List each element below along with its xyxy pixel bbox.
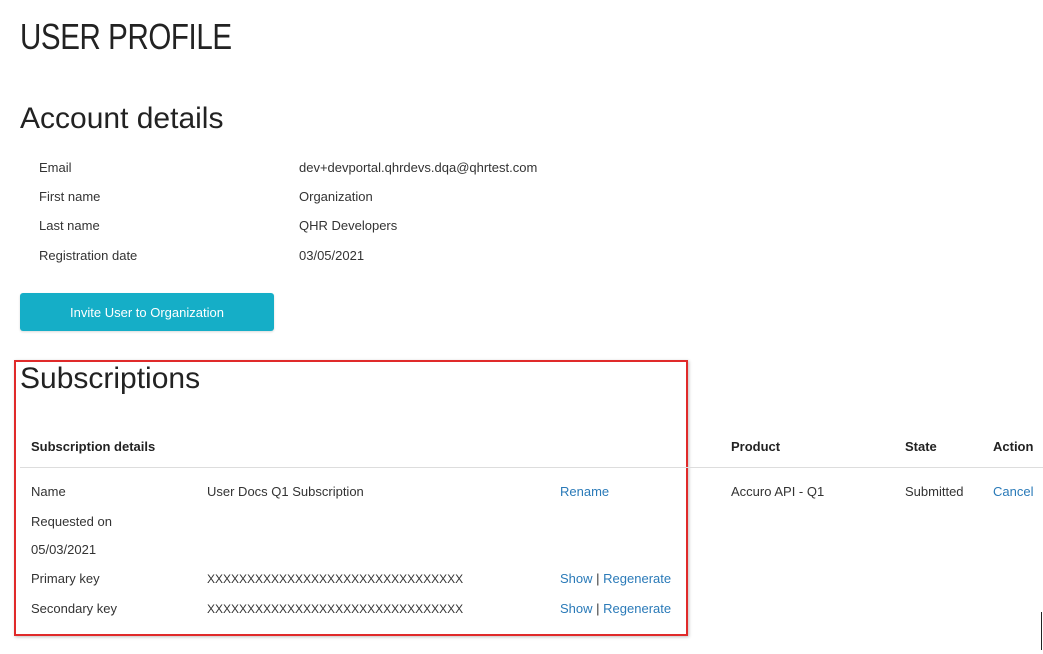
- requested-on-value: 05/03/2021: [31, 542, 97, 557]
- state-header: State: [905, 439, 937, 454]
- email-label: Email: [39, 160, 72, 175]
- account-row-email: Email dev+devportal.qhrdevs.dqa@qhrtest.…: [0, 160, 700, 180]
- table-header-divider: [20, 467, 1043, 468]
- subscription-name-value: User Docs Q1 Subscription: [207, 484, 364, 499]
- primary-key-actions: Show | Regenerate: [560, 570, 671, 588]
- account-row-registration-date: Registration date 03/05/2021: [0, 248, 700, 268]
- primary-key-show-link[interactable]: Show: [560, 571, 593, 586]
- secondary-key-regenerate-link[interactable]: Regenerate: [603, 601, 671, 616]
- primary-key-regenerate-link[interactable]: Regenerate: [603, 571, 671, 586]
- invite-user-button[interactable]: Invite User to Organization: [20, 293, 274, 331]
- first-name-label: First name: [39, 189, 101, 204]
- name-label: Name: [31, 484, 66, 499]
- last-name-label: Last name: [39, 218, 100, 233]
- primary-key-label: Primary key: [31, 571, 100, 586]
- registration-date-value: 03/05/2021: [299, 248, 365, 263]
- first-name-value: Organization: [299, 189, 373, 204]
- primary-key-value: XXXXXXXXXXXXXXXXXXXXXXXXXXXXXXXX: [207, 572, 464, 586]
- last-name-value: QHR Developers: [299, 218, 398, 233]
- email-value: dev+devportal.qhrdevs.dqa@qhrtest.com: [299, 160, 538, 175]
- page-title: USER PROFILE: [20, 16, 232, 57]
- secondary-key-label: Secondary key: [31, 601, 117, 616]
- subscriptions-heading: Subscriptions: [20, 362, 201, 395]
- account-row-last-name: Last name QHR Developers: [0, 218, 700, 238]
- product-header: Product: [731, 439, 781, 454]
- secondary-key-show-link[interactable]: Show: [560, 601, 593, 616]
- secondary-key-separator: |: [596, 601, 600, 616]
- action-header: Action: [993, 439, 1034, 454]
- primary-key-separator: |: [596, 571, 600, 586]
- requested-on-label: Requested on: [31, 514, 112, 529]
- secondary-key-actions: Show | Regenerate: [560, 600, 671, 618]
- account-row-first-name: First name Organization: [0, 189, 700, 209]
- registration-date-label: Registration date: [39, 248, 138, 263]
- window-edge-line: [1041, 612, 1042, 650]
- account-details-heading: Account details: [20, 102, 224, 135]
- cancel-link[interactable]: Cancel: [993, 483, 1033, 501]
- rename-link[interactable]: Rename: [560, 483, 609, 501]
- product-value: Accuro API - Q1: [731, 484, 825, 499]
- state-value: Submitted: [905, 484, 964, 499]
- secondary-key-value: XXXXXXXXXXXXXXXXXXXXXXXXXXXXXXXX: [207, 602, 464, 616]
- subscription-details-header: Subscription details: [31, 439, 156, 454]
